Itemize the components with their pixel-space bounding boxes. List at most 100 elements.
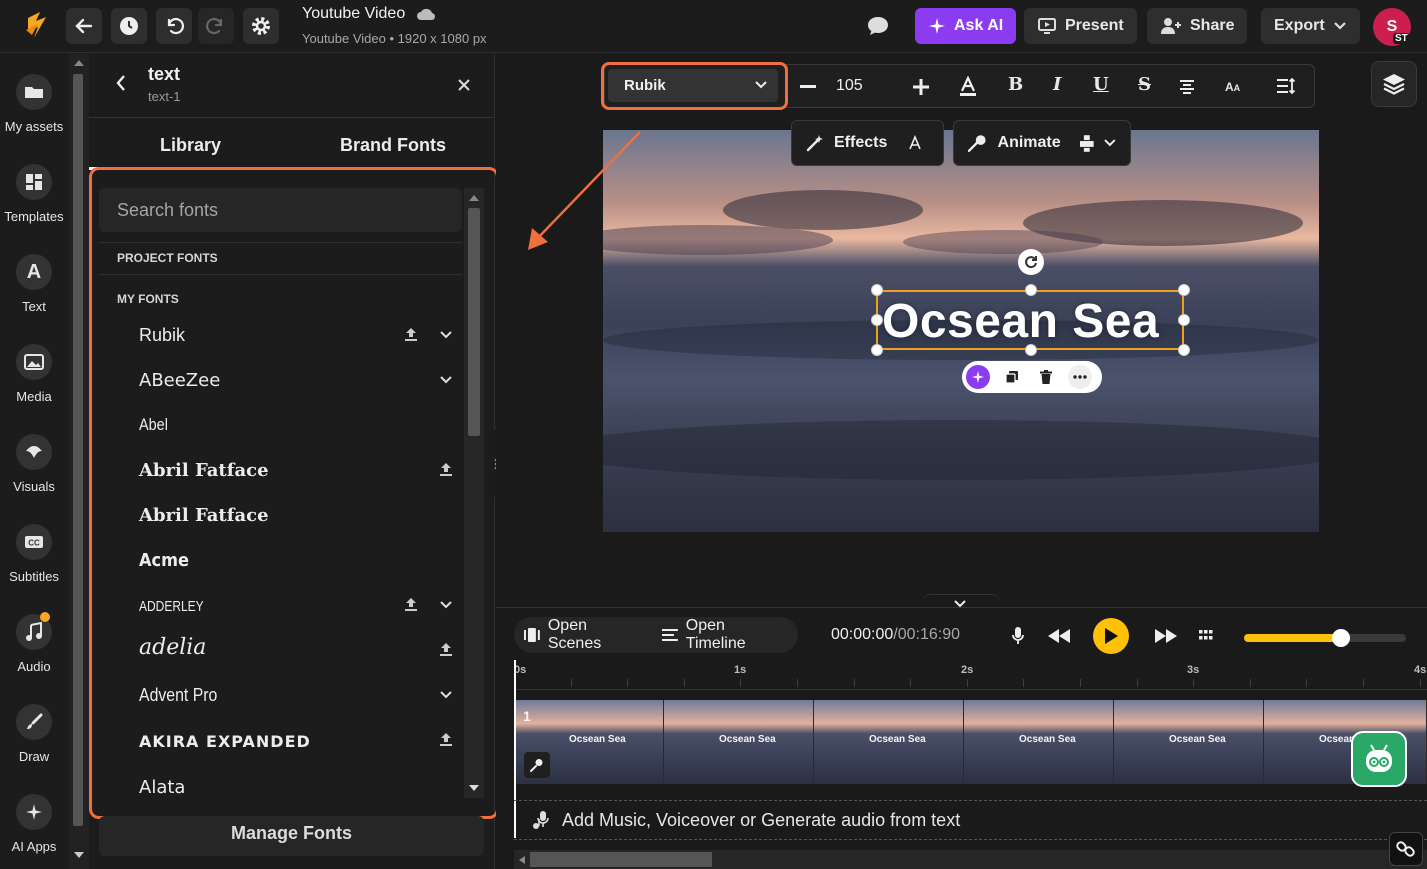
fast-forward-icon[interactable] <box>1155 629 1177 643</box>
add-audio-track[interactable]: Add Music, Voiceover or Generate audio f… <box>514 800 1427 840</box>
animate-button[interactable]: Animate <box>953 120 1131 166</box>
animate-icon <box>530 759 543 772</box>
rail-item-ai-apps[interactable]: AI Apps <box>0 794 68 854</box>
resize-handle[interactable] <box>871 314 883 326</box>
rail-item-my-assets[interactable]: My assets <box>0 74 68 134</box>
rotate-handle[interactable] <box>1018 249 1044 275</box>
scene-timeline-toggle: Open Scenes Open Timeline <box>514 617 798 653</box>
add-user-icon <box>1161 18 1181 34</box>
timeline-scroll-thumb[interactable] <box>530 852 712 867</box>
share-button[interactable]: Share <box>1147 8 1248 44</box>
open-scenes-button[interactable]: Open Scenes <box>524 617 644 653</box>
resize-handle[interactable] <box>1178 314 1190 326</box>
export-button[interactable]: Export <box>1261 8 1360 44</box>
rail-item-audio[interactable]: Audio <box>0 612 68 674</box>
redo-icon <box>206 18 223 35</box>
scene-track[interactable]: Ocsean Sea Ocsean Sea Ocsean Sea Ocsean … <box>514 700 1427 784</box>
avatar-initials-badge: ST <box>1393 33 1410 44</box>
link-button[interactable] <box>1389 832 1423 866</box>
rail-item-text[interactable]: A Text <box>0 254 68 314</box>
italic-icon[interactable]: I <box>1053 74 1061 95</box>
resize-handle[interactable] <box>1025 344 1037 356</box>
scenes-icon <box>524 628 540 642</box>
ruler-tick <box>910 679 912 687</box>
music-mic-icon <box>533 811 549 829</box>
font-size-value[interactable]: 105 <box>836 77 863 95</box>
underline-icon[interactable]: U <box>1093 74 1109 95</box>
annotation-arrow <box>528 131 641 250</box>
scene-thumbnail: Ocsean Sea <box>964 700 1114 784</box>
microphone-icon[interactable] <box>1012 627 1024 645</box>
strikethrough-icon[interactable]: S <box>1138 74 1151 95</box>
effects-button[interactable]: Effects <box>791 120 944 166</box>
rail-item-media[interactable]: Media <box>0 344 68 404</box>
redo-button[interactable] <box>198 8 234 44</box>
ruler-tick <box>1306 679 1308 687</box>
resize-handle[interactable] <box>871 284 883 296</box>
close-icon[interactable] <box>457 78 471 92</box>
back-button[interactable] <box>66 8 102 44</box>
link-icon <box>1396 841 1415 857</box>
app-logo[interactable] <box>18 8 58 44</box>
ruler-tick <box>627 679 629 687</box>
document-title[interactable]: Youtube Video <box>302 5 436 23</box>
timeline-horizontal-scrollbar[interactable] <box>514 850 1427 869</box>
assistant-bot-button[interactable] <box>1351 731 1407 787</box>
folder-icon <box>16 74 52 110</box>
play-button[interactable] <box>1093 618 1129 654</box>
ruler-label: 2s <box>961 664 974 676</box>
undo-button[interactable] <box>156 8 192 44</box>
decrease-size-icon[interactable] <box>800 85 816 89</box>
left-rail: My assets Templates A Text Media Visuals… <box>0 54 68 869</box>
animate-icon <box>968 135 986 152</box>
rail-item-templates[interactable]: Templates <box>0 164 68 224</box>
ai-sparkle-icon[interactable] <box>966 365 990 389</box>
chevron-left-icon[interactable] <box>115 74 127 92</box>
cloud-shape <box>723 190 923 230</box>
rail-scrollbar[interactable] <box>69 54 89 869</box>
rail-item-visuals[interactable]: Visuals <box>0 434 68 494</box>
resize-handle[interactable] <box>1178 344 1190 356</box>
ruler-label: 3s <box>1187 664 1200 676</box>
magic-wand-icon <box>806 135 823 152</box>
resize-handle[interactable] <box>1025 284 1037 296</box>
rewind-icon[interactable] <box>1048 629 1070 643</box>
history-button[interactable] <box>111 8 147 44</box>
bold-icon[interactable]: B <box>1008 74 1023 95</box>
more-options-icon[interactable] <box>1068 365 1092 389</box>
notification-dot <box>40 612 50 622</box>
tab-library[interactable]: Library <box>160 135 221 156</box>
grid-view-icon[interactable] <box>1199 630 1213 642</box>
duplicate-icon[interactable] <box>1000 365 1024 389</box>
text-color-icon[interactable] <box>958 76 978 96</box>
increase-size-icon[interactable] <box>913 79 929 95</box>
rail-scroll-thumb[interactable] <box>73 74 83 826</box>
rail-item-subtitles[interactable]: CC Subtitles <box>0 524 68 584</box>
ruler-tick <box>966 679 968 687</box>
resize-handle[interactable] <box>871 344 883 356</box>
gear-icon <box>252 17 270 35</box>
layers-button[interactable] <box>1371 61 1417 107</box>
image-icon <box>16 344 52 380</box>
comment-icon[interactable] <box>866 15 890 37</box>
text-case-icon[interactable]: AA <box>1225 80 1240 94</box>
settings-button[interactable] <box>243 8 279 44</box>
line-spacing-icon[interactable] <box>1276 77 1296 95</box>
rail-item-draw[interactable]: Draw <box>0 704 68 764</box>
present-button[interactable]: Present <box>1024 8 1137 44</box>
timeline-ruler[interactable]: 0s 1s 2s 3s 4s <box>514 660 1427 690</box>
element-quick-actions <box>962 361 1102 393</box>
scene-animate-button[interactable] <box>524 752 550 778</box>
open-timeline-button[interactable]: Open Timeline <box>661 617 788 653</box>
resize-handle[interactable] <box>1178 284 1190 296</box>
align-center-icon[interactable] <box>1179 79 1195 95</box>
trash-icon[interactable] <box>1034 365 1058 389</box>
tab-brand-fonts[interactable]: Brand Fonts <box>340 135 446 156</box>
ruler-label: 4s <box>1414 664 1427 676</box>
ruler-label: 1s <box>734 664 747 676</box>
manage-fonts-button[interactable]: Manage Fonts <box>99 816 484 856</box>
zoom-slider-knob[interactable] <box>1332 629 1351 647</box>
ruler-tick <box>1249 679 1251 687</box>
ask-ai-button[interactable]: Ask AI <box>915 8 1017 44</box>
timeline-zoom-slider[interactable] <box>1244 629 1406 647</box>
